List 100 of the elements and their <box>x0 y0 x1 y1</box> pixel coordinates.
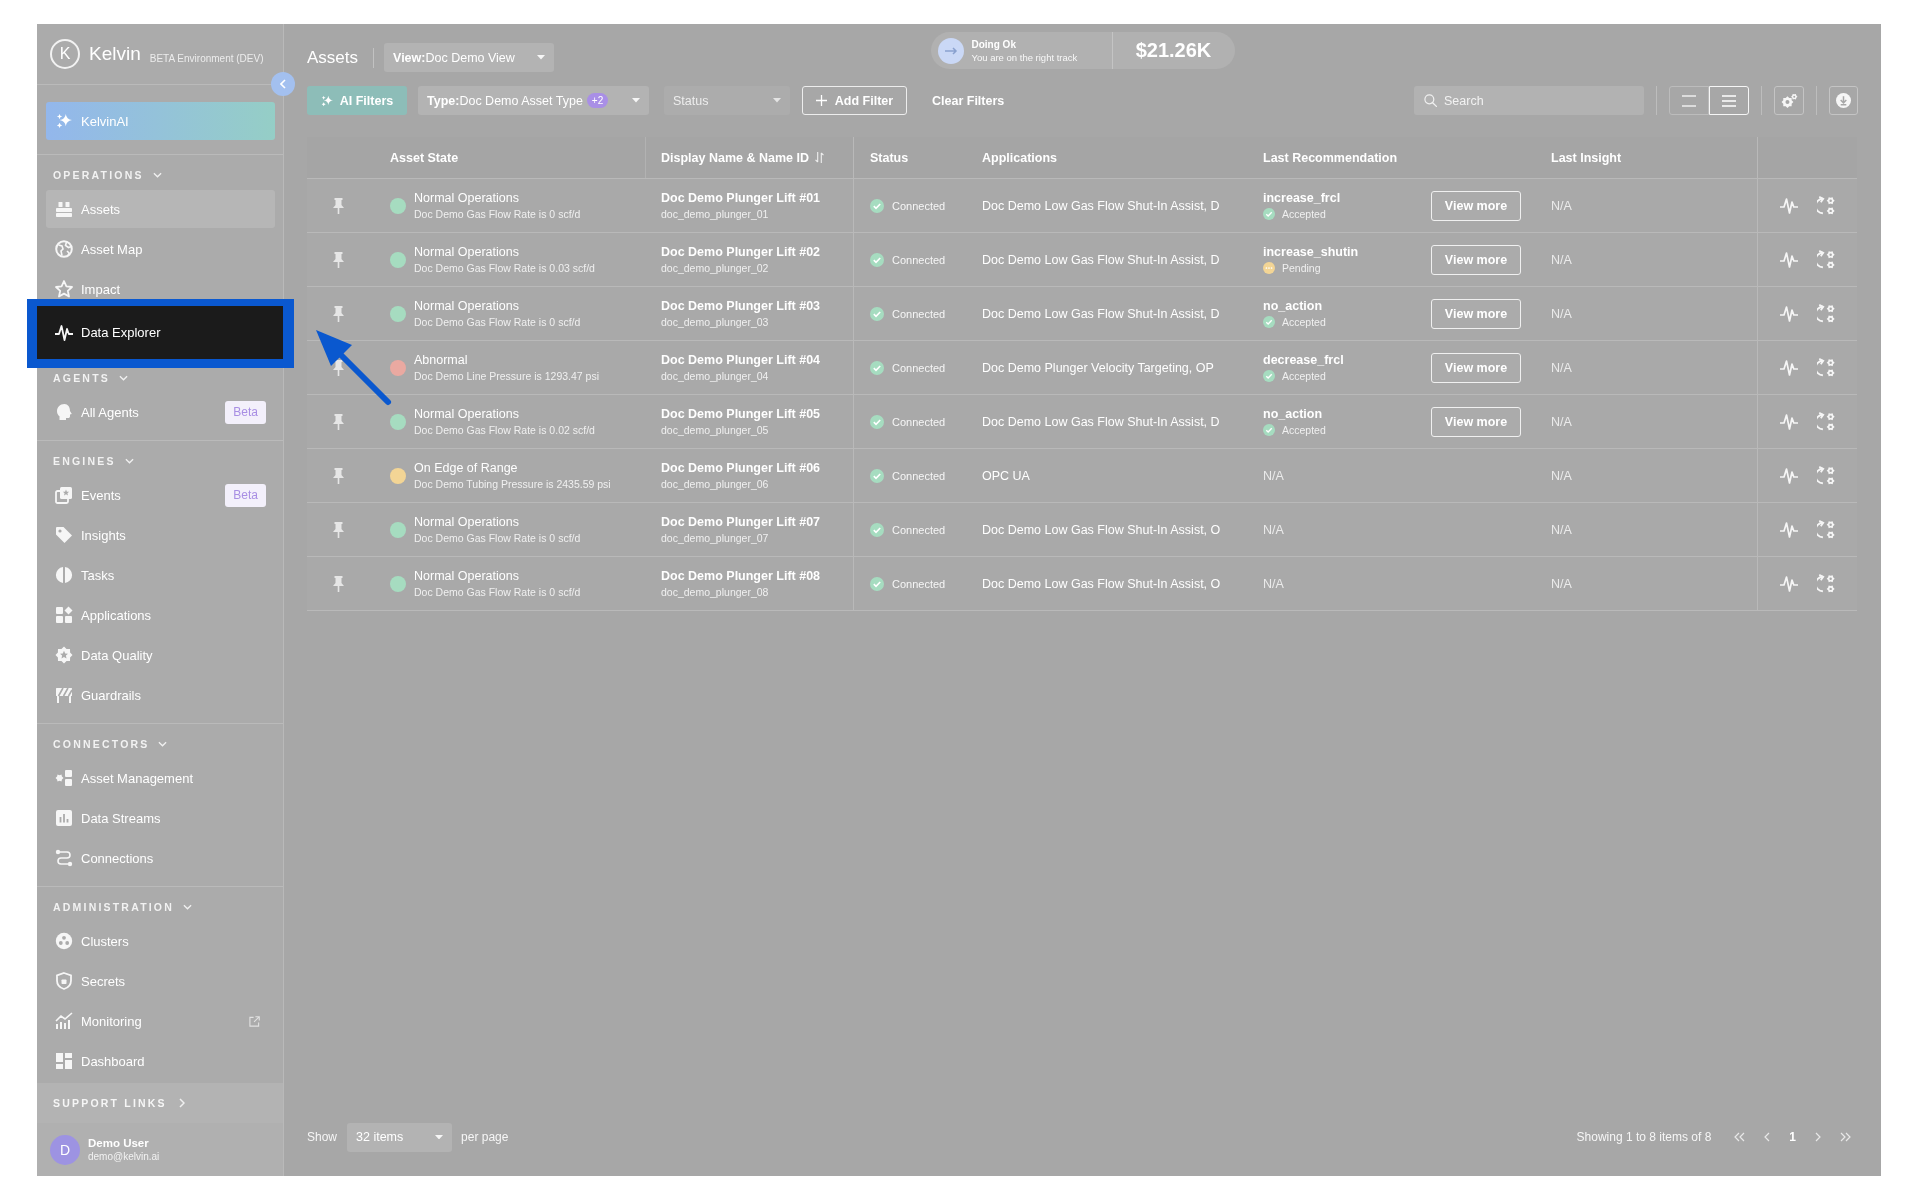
route-icon <box>55 849 73 867</box>
sidebar-item[interactable]: Monitoring <box>46 1012 275 1030</box>
shield-icon <box>55 972 73 990</box>
display-name[interactable]: Doc Demo Plunger Lift #02 <box>661 245 821 259</box>
recommendation-action: no_action <box>1263 299 1324 313</box>
view-dropdown[interactable]: View:Doc Demo View <box>384 43 555 72</box>
sync-gear-icon[interactable] <box>1817 249 1836 270</box>
first-page-icon[interactable] <box>1734 1132 1746 1142</box>
connection-status: Connected <box>892 415 946 428</box>
display-name[interactable]: Doc Demo Plunger Lift #05 <box>661 407 821 421</box>
applications-text: Doc Demo Low Gas Flow Shut-In Assist, O <box>982 576 1221 591</box>
type-filter-dropdown[interactable]: Type:Doc Demo Asset Type +2 <box>418 86 649 115</box>
column-header[interactable]: Display Name & Name ID <box>661 150 824 165</box>
pulse-icon[interactable] <box>1780 358 1798 377</box>
section-toggle[interactable]: OPERATIONS <box>37 165 162 185</box>
sidebar-item[interactable]: Insights <box>46 526 275 544</box>
view-more-button[interactable]: View more <box>1431 298 1521 329</box>
pulse-icon[interactable] <box>1780 304 1798 323</box>
sync-gear-icon[interactable] <box>1817 303 1836 324</box>
display-name[interactable]: Doc Demo Plunger Lift #03 <box>661 299 821 313</box>
sidebar-item[interactable]: Secrets <box>46 972 275 990</box>
app-grid-icon <box>55 606 73 624</box>
pulse-icon[interactable] <box>1780 250 1798 269</box>
sync-gear-icon[interactable] <box>1817 465 1836 486</box>
display-name[interactable]: Doc Demo Plunger Lift #08 <box>661 569 821 583</box>
last-page-icon[interactable] <box>1840 1132 1851 1142</box>
sidebar-item[interactable]: All Agents Beta <box>46 400 275 424</box>
section-toggle[interactable]: ADMINISTRATION <box>37 897 192 917</box>
sidebar-item[interactable]: Assets <box>46 190 275 228</box>
sidebar-item[interactable]: Data Explorer <box>37 306 283 359</box>
page-number[interactable]: 1 <box>1789 1130 1796 1144</box>
display-name[interactable]: Doc Demo Plunger Lift #07 <box>661 515 821 529</box>
state-detail: Doc Demo Gas Flow Rate is 0 scf/d <box>414 532 581 544</box>
pulse-icon[interactable] <box>1780 196 1798 215</box>
display-name[interactable]: Doc Demo Plunger Lift #04 <box>661 353 821 367</box>
sync-gear-icon[interactable] <box>1817 357 1836 378</box>
assistant-button[interactable]: KelvinAI <box>46 102 275 140</box>
sync-gear-icon[interactable] <box>1817 195 1836 216</box>
name-id: doc_demo_plunger_04 <box>661 370 770 382</box>
blocks-icon <box>55 769 73 787</box>
health-title: Doing Ok <box>971 38 1017 50</box>
display-name[interactable]: Doc Demo Plunger Lift #06 <box>661 461 821 475</box>
sync-gear-icon[interactable] <box>1817 573 1836 594</box>
sidebar-item[interactable]: Asset Management <box>46 769 275 787</box>
sidebar-item[interactable]: Data Streams <box>46 809 275 827</box>
collapse-button[interactable] <box>271 72 295 96</box>
section-toggle[interactable]: CONNECTORS <box>37 734 168 754</box>
download-icon <box>1836 93 1851 108</box>
search-field[interactable]: Search <box>1414 86 1644 115</box>
settings-button[interactable] <box>1774 86 1804 115</box>
pulse-icon[interactable] <box>1780 466 1798 485</box>
sidebar-item[interactable]: Applications <box>46 606 275 624</box>
view-more-button[interactable]: View more <box>1431 406 1521 437</box>
sidebar-item[interactable]: Data Quality <box>46 646 275 664</box>
section-toggle[interactable]: AGENTS <box>37 368 128 388</box>
column-header: Last Insight <box>1551 150 1622 165</box>
sidebar-item[interactable]: Events Beta <box>46 483 275 507</box>
recommendation-action: increase_frcl <box>1263 191 1341 205</box>
view-more-button[interactable]: View more <box>1431 190 1521 221</box>
connection-status: Connected <box>892 361 946 374</box>
environment-label: BETA Environment (DEV) <box>149 53 264 64</box>
add-filter-button[interactable]: Add Filter <box>802 86 907 115</box>
section-toggle[interactable]: ENGINES <box>37 451 134 471</box>
next-page-icon[interactable] <box>1815 1132 1821 1142</box>
clear-filters-link[interactable]: Clear Filters <box>932 93 1005 108</box>
ai-filters-button[interactable]: AI Filters <box>307 86 407 115</box>
view-more-button[interactable]: View more <box>1431 352 1521 383</box>
connection-status: Connected <box>892 523 946 536</box>
previous-page-icon[interactable] <box>1764 1132 1771 1142</box>
sidebar-item[interactable]: Connections <box>46 849 275 867</box>
sidebar-item[interactable]: Dashboard <box>46 1052 275 1070</box>
star-icon <box>55 280 73 298</box>
sidebar-item[interactable]: Impact <box>46 280 275 298</box>
sync-gear-icon[interactable] <box>1817 519 1836 540</box>
connection-status: Connected <box>892 199 946 212</box>
download-button[interactable] <box>1829 86 1858 115</box>
applications-text: Doc Demo Plunger Velocity Targeting, OP <box>982 360 1214 375</box>
display-name[interactable]: Doc Demo Plunger Lift #01 <box>661 191 821 205</box>
sidebar-item[interactable]: Tasks <box>46 566 275 584</box>
check-icon <box>870 252 884 267</box>
sidebar-item[interactable]: Asset Map <box>46 240 275 258</box>
globe-icon <box>55 240 73 258</box>
support-links-toggle[interactable]: SUPPORT LINKS <box>37 1083 283 1123</box>
pulse-icon[interactable] <box>1780 574 1798 593</box>
page-size-dropdown[interactable]: 32 items <box>347 1122 453 1152</box>
avatar[interactable]: D <box>50 1134 80 1165</box>
sidebar-item[interactable]: Clusters <box>46 932 275 950</box>
pending-icon <box>1263 262 1275 274</box>
sidebar-item[interactable]: Guardrails <box>46 686 275 704</box>
sync-gear-icon[interactable] <box>1817 411 1836 432</box>
head-icon <box>55 403 73 421</box>
pulse-icon[interactable] <box>1780 412 1798 431</box>
empty-value: N/A <box>1551 576 1572 591</box>
arrow-right-icon <box>937 37 964 64</box>
pulse-icon[interactable] <box>1780 520 1798 539</box>
pin-icon[interactable] <box>332 359 344 376</box>
rising-chart-icon <box>55 1012 73 1030</box>
view-more-button[interactable]: View more <box>1431 244 1521 275</box>
empty-value: N/A <box>1551 414 1572 429</box>
view-toggle[interactable] <box>1669 86 1709 115</box>
